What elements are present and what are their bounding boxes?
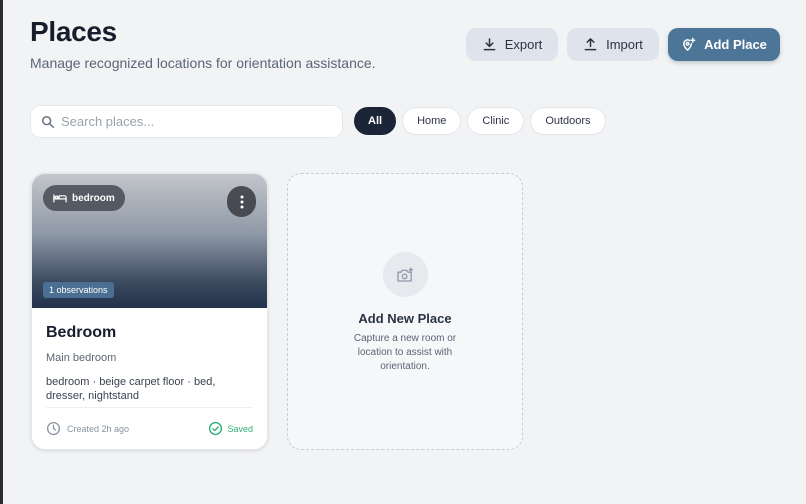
saved-status: Saved [208,421,253,436]
filter-chip-clinic[interactable]: Clinic [467,107,525,135]
add-photo-circle [382,252,428,297]
header-actions: Export Import Add Place [466,28,780,61]
more-vertical-icon [240,195,243,208]
add-new-place-card[interactable]: Add New Place Capture a new room or loca… [287,173,523,450]
clock-icon [46,421,61,436]
created-label: Created 2h ago [67,423,130,434]
place-photo: bedroom 1 observations [32,174,267,308]
room-type-tag: bedroom [43,185,125,211]
window-edge [0,0,3,504]
add-place-label: Add Place [704,37,767,52]
observations-badge: 1 observations [43,282,114,298]
filter-chip-all[interactable]: All [354,107,397,135]
add-new-place-description: Capture a new room or location to assist… [353,333,457,372]
created-info: Created 2h ago [46,421,129,436]
camera-plus-icon [397,267,413,282]
filter-chip-outdoors[interactable]: Outdoors [530,107,606,135]
search-input[interactable] [61,114,321,129]
card-body: Bedroom Main bedroom bedroom · beige car… [32,308,267,403]
download-icon [483,38,496,51]
check-circle-icon [209,421,223,436]
room-type-label: bedroom [72,192,115,204]
filter-chips: All Home Clinic Outdoors [354,107,606,135]
export-label: Export [504,37,543,52]
card-footer: Created 2h ago Saved [46,407,253,449]
bed-icon [53,194,67,203]
search-icon [41,115,55,128]
import-button[interactable]: Import [567,28,659,61]
upload-icon [584,38,597,51]
add-new-place-title: Add New Place [358,311,452,326]
filter-chip-home[interactable]: Home [402,107,462,135]
place-subtitle: Main bedroom [46,352,117,364]
export-button[interactable]: Export [466,28,558,61]
add-place-button[interactable]: Add Place [668,28,780,61]
saved-label: Saved [227,423,253,434]
place-description: bedroom · beige carpet floor · bed, dres… [46,376,216,402]
import-label: Import [606,37,643,52]
card-menu-button[interactable] [227,186,256,217]
place-card[interactable]: bedroom 1 observations Bedroom Main bedr… [31,173,268,450]
place-name: Bedroom [46,324,117,341]
map-pin-plus-icon [683,37,696,51]
search-bar [30,105,343,138]
